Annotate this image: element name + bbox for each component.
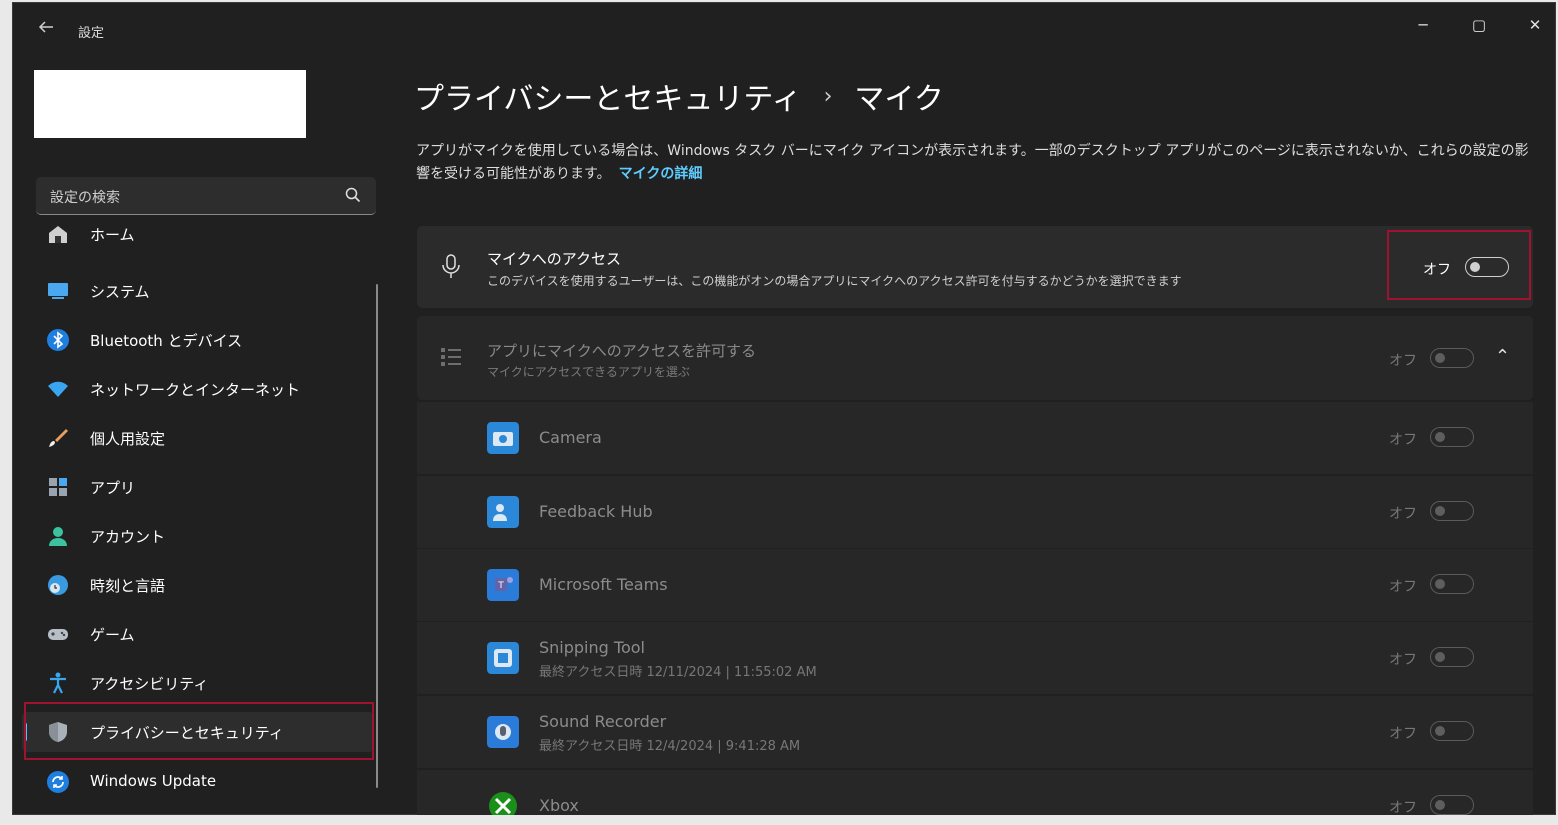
svg-text:T: T xyxy=(497,581,504,591)
app-access-subtitle: マイクにアクセスできるアプリを選ぶ xyxy=(487,365,690,379)
app-title: 設定 xyxy=(78,26,105,41)
app-state: オフ xyxy=(1389,800,1417,815)
title-bar: 設定 ─ ▢ ✕ xyxy=(12,2,1556,50)
feedback-hub-icon xyxy=(487,496,519,528)
sidebar-item-label: ネットワークとインターネット xyxy=(90,381,301,399)
brush-icon xyxy=(49,429,68,447)
sidebar-item-windows-update[interactable]: Windows Update xyxy=(22,762,374,802)
app-name: Feedback Hub xyxy=(539,502,653,521)
maximize-button[interactable]: ▢ xyxy=(1456,10,1502,40)
feedback-hub-toggle[interactable] xyxy=(1430,501,1474,521)
sidebar-item-label: Windows Update xyxy=(90,772,217,790)
sidebar-item-label: アカウント xyxy=(90,528,166,546)
app-state: オフ xyxy=(1389,579,1417,595)
sidebar-item-label: 個人用設定 xyxy=(90,430,166,448)
app-row-camera: Camera オフ xyxy=(417,402,1533,474)
app-last-access: 最終アクセス日時 12/11/2024 | 11:55:02 AM xyxy=(539,665,817,680)
search-input[interactable]: 設定の検索 xyxy=(50,187,120,207)
mic-details-link[interactable]: マイクの詳細 xyxy=(619,166,703,182)
home-icon xyxy=(49,226,67,243)
sidebar-item-label: Bluetooth とデバイス xyxy=(90,332,243,350)
sidebar-item-system[interactable]: システム xyxy=(22,271,374,311)
sound-recorder-toggle[interactable] xyxy=(1430,721,1474,741)
app-name: Microsoft Teams xyxy=(539,575,668,594)
sound-recorder-icon xyxy=(487,716,519,748)
description-text: アプリがマイクを使用している場合は、Windows タスク バーにマイク アイコ… xyxy=(416,143,1529,182)
settings-search-box[interactable]: 設定の検索 xyxy=(36,177,376,215)
sidebar-item-label: 時刻と言語 xyxy=(90,577,166,595)
sidebar-item-home[interactable]: ホーム xyxy=(22,224,374,254)
app-name: Sound Recorder xyxy=(539,712,667,731)
app-access-card[interactable]: アプリにマイクへのアクセスを許可する マイクにアクセスできるアプリを選ぶ オフ … xyxy=(417,316,1533,400)
camera-icon xyxy=(487,422,519,454)
account-profile-redacted[interactable] xyxy=(34,70,306,138)
privacy-highlight-box xyxy=(24,702,374,760)
sidebar-item-apps[interactable]: アプリ xyxy=(22,467,374,507)
mic-access-subtitle: このデバイスを使用するユーザーは、この機能がオンの場合アプリにマイクへのアクセス… xyxy=(487,274,1182,288)
back-arrow-icon xyxy=(38,21,53,33)
app-row-feedback-hub: Feedback Hub オフ xyxy=(417,476,1533,548)
sidebar-item-time-language[interactable]: 時刻と言語 xyxy=(22,565,374,605)
xbox-icon xyxy=(489,792,517,815)
snipping-tool-icon xyxy=(487,642,519,674)
update-icon xyxy=(47,771,69,793)
app-row-xbox: Xbox オフ xyxy=(417,770,1533,815)
wifi-icon xyxy=(48,381,68,397)
sidebar-item-personalization[interactable]: 個人用設定 xyxy=(22,418,374,458)
app-name: Camera xyxy=(539,428,602,447)
list-icon xyxy=(441,348,461,366)
sidebar-item-gaming[interactable]: ゲーム xyxy=(22,614,374,654)
app-access-toggle[interactable] xyxy=(1430,348,1474,368)
app-access-title: アプリにマイクへのアクセスを許可する xyxy=(487,342,756,360)
mic-access-card: マイクへのアクセス このデバイスを使用するユーザーは、この機能がオンの場合アプリ… xyxy=(417,226,1533,308)
breadcrumb-parent[interactable]: プライバシーとセキュリティ xyxy=(414,82,802,117)
sidebar-item-network[interactable]: ネットワークとインターネット xyxy=(22,369,374,409)
breadcrumb-separator: › xyxy=(823,83,833,109)
teams-toggle[interactable] xyxy=(1430,574,1474,594)
teams-icon: T xyxy=(487,569,519,601)
system-icon xyxy=(48,283,68,299)
apps-icon xyxy=(49,478,67,496)
app-access-state: オフ xyxy=(1389,353,1417,369)
sidebar-scrollbar[interactable] xyxy=(376,284,378,788)
chevron-up-icon[interactable]: ⌃ xyxy=(1495,346,1510,367)
account-icon xyxy=(49,527,67,546)
app-state: オフ xyxy=(1389,432,1417,448)
time-language-icon xyxy=(48,575,68,595)
bluetooth-icon xyxy=(47,329,69,351)
sidebar-item-accessibility[interactable]: アクセシビリティ xyxy=(22,663,374,703)
sidebar-item-accounts[interactable]: アカウント xyxy=(22,516,374,556)
gamepad-icon xyxy=(48,629,68,640)
app-state: オフ xyxy=(1389,726,1417,742)
settings-window: 設定 ─ ▢ ✕ 設定の検索 ホーム システム Bluetooth とデバイス … xyxy=(12,2,1556,815)
sidebar-item-bluetooth[interactable]: Bluetooth とデバイス xyxy=(22,320,374,360)
app-last-access: 最終アクセス日時 12/4/2024 | 9:41:28 AM xyxy=(539,739,801,754)
accessibility-icon xyxy=(50,672,66,694)
app-row-sound-recorder: Sound Recorder 最終アクセス日時 12/4/2024 | 9:41… xyxy=(417,696,1533,768)
sidebar-item-label: ゲーム xyxy=(90,626,135,644)
search-icon[interactable] xyxy=(344,186,362,204)
toggle-highlight-box xyxy=(1387,230,1531,300)
sidebar-item-label: ホーム xyxy=(90,226,135,244)
minimize-button[interactable]: ─ xyxy=(1400,10,1446,40)
back-button[interactable] xyxy=(34,18,58,42)
app-row-snipping-tool: Snipping Tool 最終アクセス日時 12/11/2024 | 11:5… xyxy=(417,622,1533,694)
mic-access-title: マイクへのアクセス xyxy=(487,250,621,268)
page-description: アプリがマイクを使用している場合は、Windows タスク バーにマイク アイコ… xyxy=(416,140,1536,186)
sidebar-item-label: アプリ xyxy=(90,479,136,497)
app-name: Snipping Tool xyxy=(539,638,645,657)
microphone-icon xyxy=(442,254,460,278)
app-row-microsoft-teams: T Microsoft Teams オフ xyxy=(417,549,1533,621)
sidebar-item-label: システム xyxy=(90,283,150,301)
sidebar-item-label: アクセシビリティ xyxy=(90,675,209,693)
xbox-toggle[interactable] xyxy=(1430,795,1474,815)
close-button[interactable]: ✕ xyxy=(1512,10,1556,40)
app-name: Xbox xyxy=(539,796,579,815)
breadcrumb: プライバシーとセキュリティ › マイク xyxy=(414,74,944,118)
app-state: オフ xyxy=(1389,652,1417,668)
page-title: マイク xyxy=(854,82,944,117)
camera-toggle[interactable] xyxy=(1430,427,1474,447)
app-state: オフ xyxy=(1389,506,1417,522)
snipping-tool-toggle[interactable] xyxy=(1430,647,1474,667)
